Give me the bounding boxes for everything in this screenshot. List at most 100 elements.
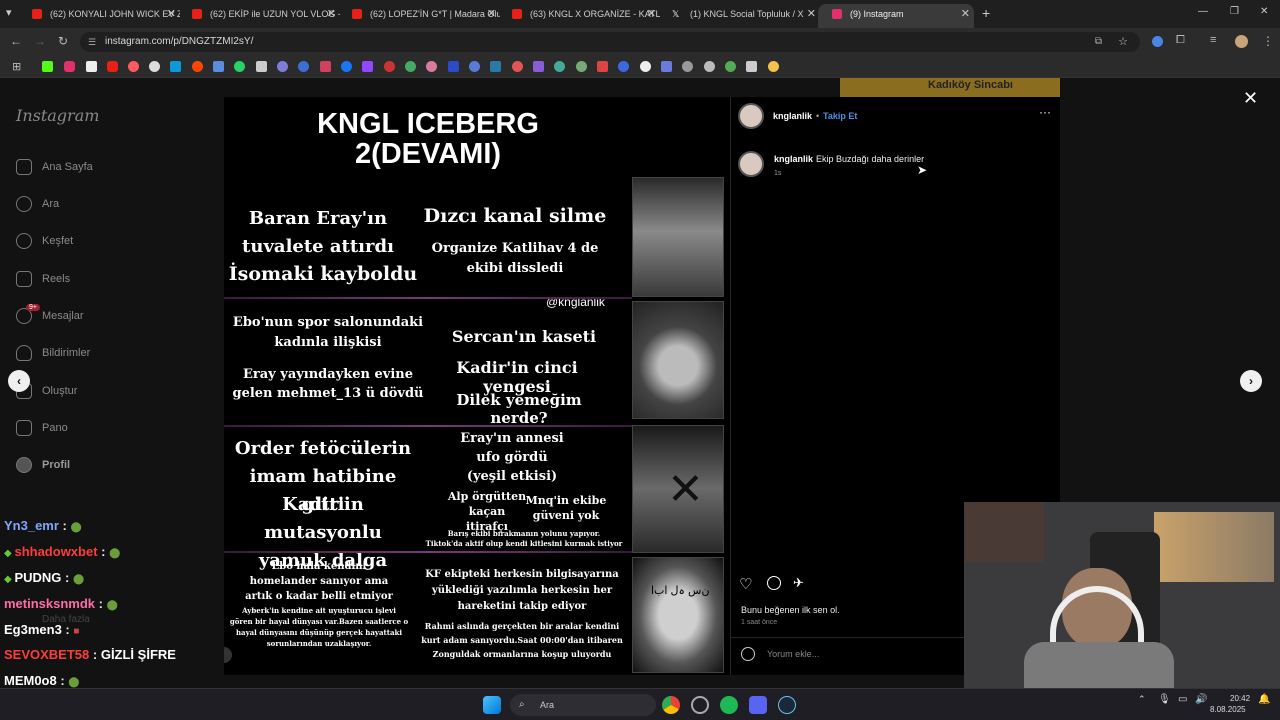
reading-list-icon[interactable]: ≡ xyxy=(1210,34,1216,46)
extensions-puzzle-icon[interactable]: ⧠ xyxy=(1176,34,1185,47)
nav-messages[interactable]: Mesajlar xyxy=(16,308,84,324)
nav-notifications[interactable]: Bildirimler xyxy=(16,345,90,361)
url-input[interactable]: ☰ instagram.com/p/DNGZTZMI2sY/ ⧉ ☆ xyxy=(80,32,1140,52)
discord-icon[interactable] xyxy=(749,696,767,714)
maximize-icon[interactable]: ❐ xyxy=(1230,6,1239,17)
bookmark-icon[interactable] xyxy=(277,61,288,72)
tab-2[interactable]: (62) LOPEZ'İN G*T | Madara Olu ✕ xyxy=(338,4,500,28)
bookmark-star-icon[interactable]: ☆ xyxy=(1118,32,1128,52)
clock-time[interactable]: 20:42 xyxy=(1230,694,1250,704)
like-heart-icon[interactable]: ♡ xyxy=(739,575,752,593)
close-tab-icon[interactable]: ✕ xyxy=(647,4,656,24)
bookmark-kick-icon[interactable] xyxy=(42,61,53,72)
clock-date[interactable]: 8.08.2025 xyxy=(1210,705,1246,714)
bookmark-facebook-icon[interactable] xyxy=(341,61,352,72)
instagram-logo[interactable]: Instagram xyxy=(16,106,99,125)
bookmark-icon[interactable] xyxy=(426,61,437,72)
minimize-icon[interactable]: — xyxy=(1198,6,1208,17)
chrome-icon[interactable] xyxy=(662,696,680,714)
caption-username[interactable]: knglanlik xyxy=(774,154,813,164)
bookmark-icon[interactable] xyxy=(448,61,459,72)
avatar[interactable] xyxy=(738,103,764,129)
bookmark-icon[interactable] xyxy=(768,61,779,72)
avatar[interactable] xyxy=(738,151,764,177)
bookmark-icon[interactable] xyxy=(405,61,416,72)
bookmark-icon[interactable] xyxy=(469,61,480,72)
post-username[interactable]: knglanlik xyxy=(773,111,812,121)
follow-button[interactable]: Takip Et xyxy=(823,111,857,121)
bookmark-instagram-icon[interactable] xyxy=(64,61,75,72)
tray-chevron-icon[interactable]: ⌃ xyxy=(1138,694,1146,705)
tab-4[interactable]: 𝕏 (1) KNGL Social Topluluk / X ✕ xyxy=(658,4,820,28)
volume-icon[interactable]: 🔊 xyxy=(1195,694,1207,705)
tab-1[interactable]: (62) EKİP ile UZUN YOL VLOG - ✕ xyxy=(178,4,340,28)
bookmark-twitch-icon[interactable] xyxy=(362,61,373,72)
prev-post-icon[interactable]: ‹ xyxy=(8,370,30,392)
close-tab-icon[interactable]: ✕ xyxy=(807,4,816,24)
bookmark-youtube-icon[interactable] xyxy=(107,61,118,72)
bookmark-icon[interactable] xyxy=(746,61,757,72)
bookmark-icon[interactable] xyxy=(512,61,523,72)
close-tab-icon[interactable]: ✕ xyxy=(961,4,970,24)
start-icon[interactable] xyxy=(483,696,501,714)
tab-0[interactable]: (62) KONYALI JOHN WICK EV ZİY ✕ xyxy=(18,4,180,28)
install-app-icon[interactable]: ⧉ xyxy=(1095,32,1102,52)
bookmark-icon[interactable] xyxy=(170,61,181,72)
bookmark-icon[interactable] xyxy=(704,61,715,72)
new-tab-icon[interactable]: + xyxy=(982,5,990,21)
back-icon[interactable]: ← xyxy=(10,34,22,48)
bookmark-icon[interactable] xyxy=(682,61,693,72)
close-modal-icon[interactable]: ✕ xyxy=(1243,88,1258,109)
reload-icon[interactable]: ↻ xyxy=(58,34,68,48)
share-icon[interactable]: ✈ xyxy=(793,575,804,591)
post-image[interactable]: KNGL ICEBERG 2(DEVAMI) Baran Eray'ın tuv… xyxy=(224,97,730,675)
bookmark-icon[interactable] xyxy=(554,61,565,72)
bookmark-icon[interactable] xyxy=(597,61,608,72)
extension-icon[interactable] xyxy=(1152,36,1163,47)
taskbar-search[interactable]: ⌕ Ara xyxy=(510,694,656,716)
comment-icon[interactable] xyxy=(767,576,781,590)
bookmark-whatsapp-icon[interactable] xyxy=(234,61,245,72)
bookmark-icon[interactable] xyxy=(576,61,587,72)
bookmark-icon[interactable] xyxy=(618,61,629,72)
bookmark-icon[interactable] xyxy=(490,61,501,72)
more-options-icon[interactable]: ··· xyxy=(1039,105,1051,119)
bookmark-icon[interactable] xyxy=(640,61,651,72)
tab-3[interactable]: (63) KNGL X ORGANİZE - KATLİH ✕ xyxy=(498,4,660,28)
nav-profile[interactable]: Profil xyxy=(16,457,70,473)
nav-dashboard[interactable]: Pano xyxy=(16,420,68,436)
bookmark-icon[interactable] xyxy=(256,61,267,72)
nav-reels[interactable]: Reels xyxy=(16,271,70,287)
apps-grid-icon[interactable]: ⊞ xyxy=(12,60,21,73)
close-tab-icon[interactable]: ✕ xyxy=(487,4,496,24)
spotify-icon[interactable] xyxy=(720,696,738,714)
bookmark-icon[interactable] xyxy=(320,61,331,72)
tab-list-icon[interactable]: ▾ xyxy=(6,6,12,19)
app-icon[interactable] xyxy=(691,696,709,714)
notification-icon[interactable]: 🔔 xyxy=(1258,694,1270,705)
close-tab-icon[interactable]: ✕ xyxy=(167,4,176,24)
bookmark-icon[interactable] xyxy=(213,61,224,72)
microphone-icon[interactable]: 🎙 xyxy=(1158,694,1171,705)
emoji-icon[interactable] xyxy=(741,647,755,661)
steam-icon[interactable] xyxy=(778,696,796,714)
next-post-icon[interactable]: › xyxy=(1240,370,1262,392)
user-tag-icon[interactable] xyxy=(224,647,232,663)
bookmark-icon[interactable] xyxy=(298,61,309,72)
site-info-icon[interactable]: ☰ xyxy=(88,32,96,52)
network-icon[interactable]: ▭ xyxy=(1178,694,1187,705)
bookmark-icon[interactable] xyxy=(661,61,672,72)
bookmark-icon[interactable] xyxy=(725,61,736,72)
bookmark-x-icon[interactable] xyxy=(86,61,97,72)
bookmark-icon[interactable] xyxy=(533,61,544,72)
nav-home[interactable]: Ana Sayfa xyxy=(16,159,93,175)
close-tab-icon[interactable]: ✕ xyxy=(327,4,336,24)
bookmark-icon[interactable] xyxy=(384,61,395,72)
nav-explore[interactable]: Keşfet xyxy=(16,233,73,249)
close-window-icon[interactable]: ✕ xyxy=(1260,6,1268,17)
comment-input[interactable]: Yorum ekle... xyxy=(767,649,819,659)
nav-search[interactable]: Ara xyxy=(16,196,59,212)
tab-5-active[interactable]: (9) Instagram ✕ xyxy=(818,4,974,28)
profile-avatar[interactable] xyxy=(1235,35,1248,48)
forward-icon[interactable]: → xyxy=(34,34,46,48)
